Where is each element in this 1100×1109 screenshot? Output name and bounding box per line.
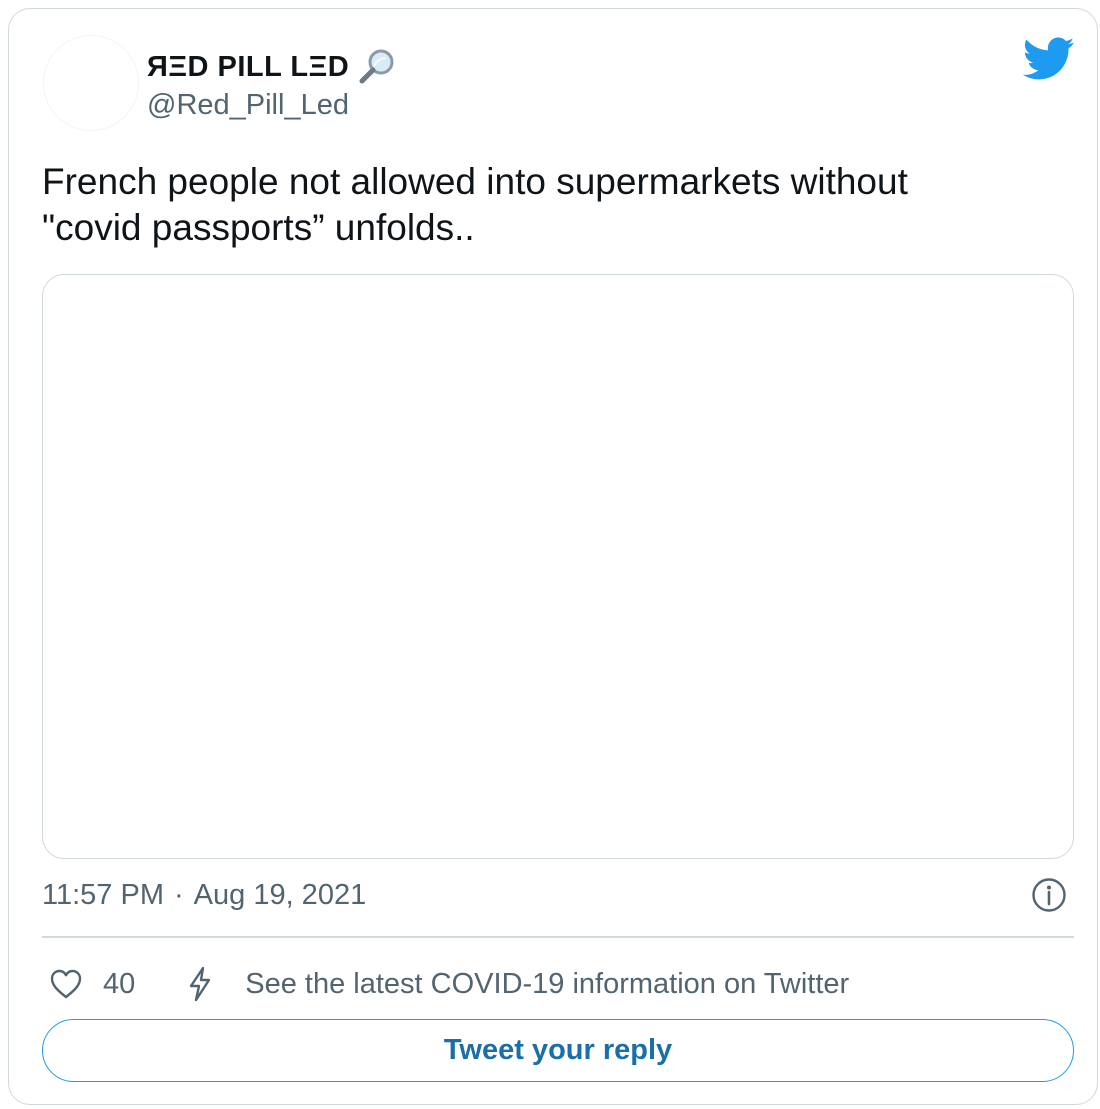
info-icon[interactable]: [1031, 877, 1067, 913]
tweet-timestamp[interactable]: 11:57 PM · Aug 19, 2021: [42, 879, 366, 912]
lightning-bolt-icon[interactable]: [183, 966, 217, 1002]
display-name-text: ЯΞD PILL LΞD: [147, 50, 350, 83]
tweet-card: ЯΞD PILL LΞD @Red_Pill_Led French people…: [8, 8, 1098, 1105]
like-count: 40: [103, 967, 136, 1000]
twitter-bird-icon[interactable]: [1023, 37, 1075, 81]
heart-icon[interactable]: [49, 967, 83, 1001]
avatar[interactable]: [43, 35, 139, 131]
media-placeholder[interactable]: [42, 274, 1074, 859]
tweet-date: Aug 19, 2021: [193, 879, 367, 911]
magnifier-icon: [359, 49, 394, 84]
tweet-reply-button[interactable]: Tweet your reply: [42, 1019, 1074, 1082]
tweet-text: French people not allowed into supermark…: [42, 159, 1062, 251]
divider: [42, 936, 1074, 938]
covid-info-link[interactable]: See the latest COVID-19 information on T…: [245, 968, 849, 1001]
tweet-time: 11:57 PM: [42, 879, 164, 911]
tweet-text-line-1: French people not allowed into supermark…: [42, 161, 908, 202]
user-handle[interactable]: @Red_Pill_Led: [147, 89, 349, 122]
tweet-actions: 40 See the latest COVID-19 information o…: [49, 961, 849, 1007]
display-name[interactable]: ЯΞD PILL LΞD: [147, 47, 397, 87]
tweet-text-line-2: "covid passports” unfolds..: [42, 207, 475, 248]
timestamp-separator: ·: [173, 879, 184, 911]
